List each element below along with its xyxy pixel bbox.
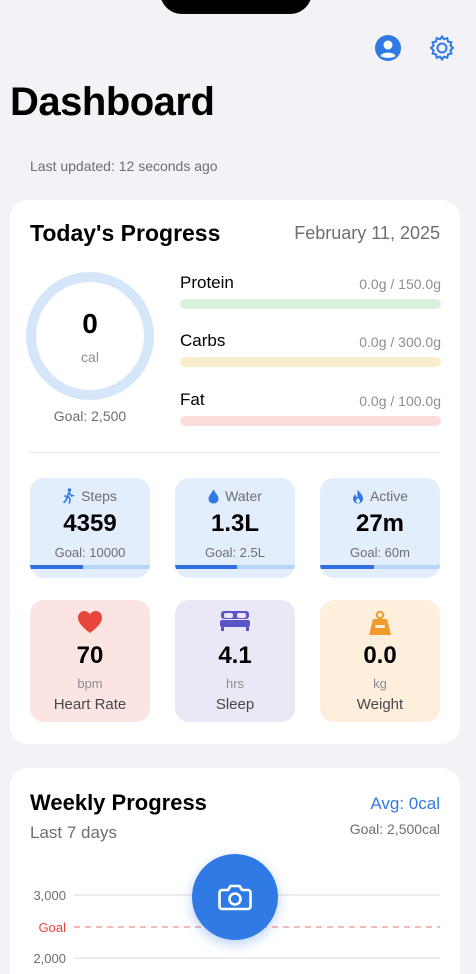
page-title: Dashboard	[10, 80, 215, 124]
steps-tile[interactable]: Steps 4359 Goal: 10000	[30, 478, 150, 578]
flame-icon	[352, 489, 363, 503]
stat-progress-fill	[320, 565, 374, 569]
stat-value: 27m	[355, 510, 405, 537]
macro-name: Protein	[180, 273, 234, 292]
health-label: Sleep	[215, 696, 255, 713]
last-updated-text: Last updated: 12 seconds ago	[30, 158, 218, 174]
stat-header: Water	[175, 488, 295, 504]
health-label: Weight	[356, 696, 404, 713]
health-label: Heart Rate	[53, 696, 127, 713]
macro-progress-bar	[180, 416, 441, 426]
stat-goal: Goal: 10000	[54, 545, 126, 560]
active-tile[interactable]: Active 27m Goal: 60m	[320, 478, 440, 578]
weight-icon	[369, 610, 391, 635]
macro-amount: 0.0g / 300.0g	[359, 334, 441, 350]
calorie-goal: Goal: 2,500	[53, 408, 127, 424]
top-icon-bar	[372, 32, 458, 64]
walking-icon	[63, 488, 75, 504]
stat-goal: Goal: 60m	[350, 545, 410, 560]
todays-date: February 11, 2025	[294, 223, 440, 243]
weekly-title: Weekly Progress	[30, 790, 207, 815]
macro-progress-bar	[180, 357, 441, 367]
weekly-average: Avg: 0cal	[370, 794, 440, 813]
macro-amount: 0.0g / 100.0g	[359, 393, 441, 409]
y-tick-label: 2,000	[33, 951, 66, 966]
weekly-goal: Goal: 2,500cal	[349, 821, 440, 837]
sleep-tile[interactable]: 4.1 hrs Sleep	[175, 600, 295, 722]
calorie-unit: cal	[81, 349, 99, 365]
stat-value: 1.3L	[210, 510, 260, 537]
health-unit: kg	[373, 676, 387, 691]
device-notch	[160, 0, 312, 14]
profile-button[interactable]	[372, 32, 404, 64]
stat-progress-fill	[175, 565, 238, 569]
stat-header: Steps	[30, 488, 150, 504]
stat-label: Steps	[81, 488, 117, 504]
health-value: 0.0	[363, 642, 397, 669]
macro-progress-bar	[180, 299, 441, 309]
stat-label: Active	[369, 488, 409, 504]
camera-icon	[218, 884, 252, 911]
stat-progress-track	[175, 565, 295, 569]
health-value: 4.1	[218, 642, 252, 669]
heart-rate-tile[interactable]: 70 bpm Heart Rate	[30, 600, 150, 722]
health-unit: bpm	[77, 676, 103, 691]
stat-value: 4359	[63, 510, 117, 537]
weekly-subtitle: Last 7 days	[30, 823, 117, 842]
stat-progress-track	[30, 565, 150, 569]
macro-name: Carbs	[180, 331, 226, 350]
health-unit: hrs	[225, 676, 245, 691]
stat-progress-fill	[30, 565, 83, 569]
goal-line-label: Goal	[39, 920, 67, 935]
y-tick-label: 3,000	[33, 888, 66, 903]
camera-button[interactable]	[192, 854, 278, 940]
bed-icon	[220, 611, 250, 631]
water-tile[interactable]: Water 1.3L Goal: 2.5L	[175, 478, 295, 578]
stat-header: Active	[320, 488, 440, 504]
stat-label: Water	[225, 488, 262, 504]
heart-icon	[78, 611, 102, 633]
macro-name: Fat	[180, 390, 205, 409]
health-value: 70	[76, 642, 104, 669]
person-circle-icon	[375, 35, 401, 61]
calorie-value: 0	[82, 308, 98, 339]
todays-progress-title: Today's Progress	[30, 220, 221, 246]
weight-tile[interactable]: 0.0 kg Weight	[320, 600, 440, 722]
settings-button[interactable]	[426, 32, 458, 64]
dashboard-screen: Dashboard Last updated: 12 seconds ago T…	[0, 0, 476, 974]
stat-progress-track	[320, 565, 440, 569]
macro-amount: 0.0g / 150.0g	[359, 276, 441, 292]
section-divider	[30, 452, 440, 453]
water-drop-icon	[208, 489, 219, 503]
todays-progress-card: Today's Progress February 11, 2025 0 cal…	[10, 200, 460, 744]
stat-goal: Goal: 2.5L	[205, 545, 265, 560]
gear-icon	[429, 34, 455, 62]
